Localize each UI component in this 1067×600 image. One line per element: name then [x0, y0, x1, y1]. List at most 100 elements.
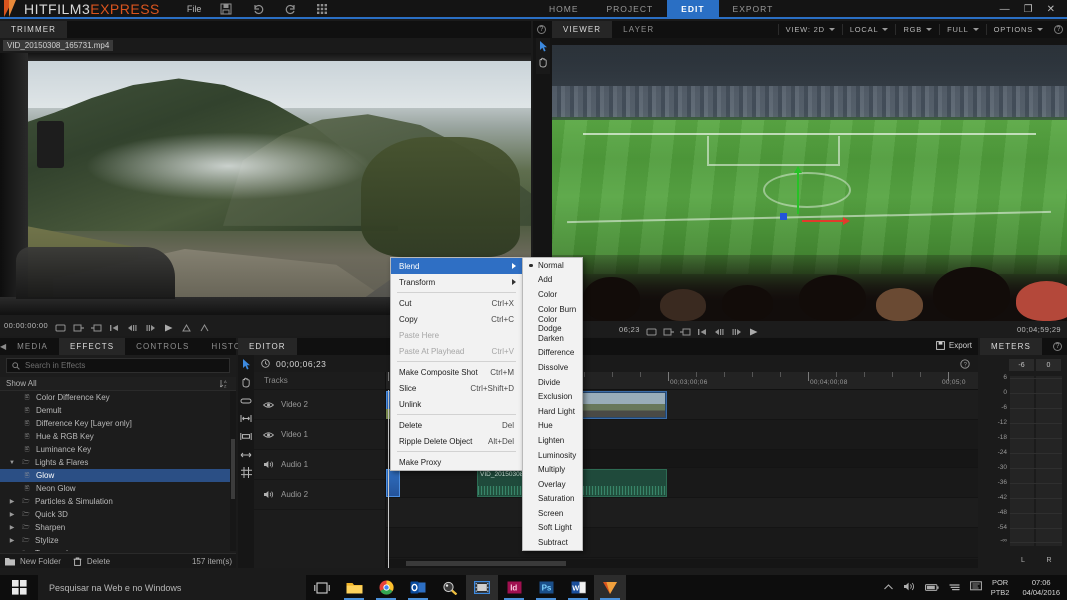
tree-folder-stylize[interactable]: ▶ 🗁 Stylize [0, 534, 230, 547]
effects-tree[interactable]: 🖹 Color Difference Key 🖹 Demult 🖹 Differenc… [0, 391, 230, 551]
tree-folder-particles-and-simulation[interactable]: ▶ 🗁 Particles & Simulation [0, 495, 230, 508]
track-header-audio-2[interactable]: Audio 2 [254, 480, 385, 510]
search-input[interactable]: Search in Effects [6, 358, 230, 373]
tab-media[interactable]: MEDIA [6, 338, 59, 355]
undo-icon[interactable] [251, 2, 265, 16]
overwrite-icon[interactable] [199, 320, 210, 332]
track-header-video-1[interactable]: Video 1 [254, 420, 385, 450]
sort-icon[interactable]: AZ [220, 379, 230, 388]
tree-item-luminance-key[interactable]: 🖹 Luminance Key [0, 443, 230, 456]
blend-item-darken[interactable]: Darken [523, 331, 582, 346]
set-out-icon[interactable] [91, 320, 102, 332]
step-back-icon[interactable] [127, 320, 138, 331]
chevron-right-icon[interactable]: ▶ [7, 498, 17, 505]
set-in-icon[interactable] [73, 320, 85, 332]
blend-item-hard-light[interactable]: Hard Light [523, 404, 582, 419]
tree-folder-lights-and-flares[interactable]: ▼ 🗁 Lights & Flares [0, 456, 230, 469]
blend-item-divide[interactable]: Divide [523, 375, 582, 390]
language-indicator[interactable]: POR PTB2 [991, 578, 1010, 598]
photoshop-icon[interactable]: Ps [530, 575, 562, 600]
track-header-video-2[interactable]: Video 2 [254, 390, 385, 420]
new-folder-icon[interactable] [5, 557, 15, 566]
tab-project[interactable]: PROJECT [593, 0, 668, 19]
tree-item-demult[interactable]: 🖹 Demult [0, 404, 230, 417]
blend-item-overlay[interactable]: Overlay [523, 477, 582, 492]
menu-item-slice[interactable]: Slice Ctrl+Shift+D [391, 380, 522, 396]
slip-tool-icon[interactable] [240, 412, 253, 425]
word-icon[interactable]: W [562, 575, 594, 600]
editor-export-button[interactable]: Export [936, 341, 972, 350]
blend-item-color-dodge[interactable]: Color Dodge [523, 315, 582, 333]
file-explorer-icon[interactable] [338, 575, 370, 600]
volume-icon[interactable] [903, 579, 916, 597]
wifi-icon[interactable] [948, 579, 961, 597]
tree-item-glow[interactable]: 🖹 Glow [0, 469, 230, 482]
select-tool-icon[interactable] [240, 358, 253, 371]
clock[interactable]: 07:06 04/04/2016 [1018, 578, 1060, 598]
eye-icon[interactable] [263, 401, 274, 409]
blend-item-hue[interactable]: Hue [523, 419, 582, 434]
menu-item-delete[interactable]: Delete Del [391, 417, 522, 433]
play-icon[interactable] [163, 320, 174, 332]
tree-item-color-difference-key[interactable]: 🖹 Color Difference Key [0, 391, 230, 404]
tree-item-neon-glow[interactable]: 🖹 Neon Glow [0, 482, 230, 495]
outlook-icon[interactable] [402, 575, 434, 600]
chrome-icon[interactable] [370, 575, 402, 600]
blend-item-subtract[interactable]: Subtract [523, 535, 582, 550]
menu-item-cut[interactable]: Cut Ctrl+X [391, 295, 522, 311]
menu-item-blend[interactable]: Blend [391, 258, 522, 274]
tab-editor[interactable]: EDITOR [238, 338, 297, 355]
blend-item-multiply[interactable]: Multiply [523, 462, 582, 477]
viewer-video-canvas[interactable]: (46.1%) [552, 45, 1067, 321]
scrollbar-thumb[interactable] [406, 561, 566, 566]
menu-item-make-proxy[interactable]: Make Proxy [391, 454, 522, 470]
tab-trimmer[interactable]: TRIMMER [0, 21, 68, 38]
delete-icon[interactable] [73, 557, 82, 566]
tree-folder-temporal[interactable]: ▶ 🗁 Temporal [0, 547, 230, 551]
tab-layer[interactable]: LAYER [612, 21, 665, 38]
razor-tool-icon[interactable] [240, 466, 253, 479]
step-forward-icon[interactable] [731, 324, 742, 335]
save-icon[interactable] [219, 2, 233, 16]
menu-item-copy[interactable]: Copy Ctrl+C [391, 311, 522, 327]
blend-item-color[interactable]: Color [523, 287, 582, 302]
speaker-icon[interactable] [263, 460, 274, 469]
menu-item-transform[interactable]: Transform [391, 274, 522, 290]
meters-help-icon[interactable]: ? [1053, 342, 1062, 351]
trim-tool-icon[interactable] [240, 394, 253, 407]
viewer-channel-dropdown[interactable]: RGB [895, 24, 939, 35]
menu-item-ripple-delete-object[interactable]: Ripple Delete Object Alt+Del [391, 433, 522, 449]
transform-x-axis-handle[interactable] [801, 217, 850, 226]
blend-submenu[interactable]: Normal Add Color Color Burn Color Dodge … [522, 257, 583, 551]
speaker-icon[interactable] [263, 490, 274, 499]
slide-tool-icon[interactable] [240, 430, 253, 443]
hitfilm-taskbar-icon[interactable] [594, 575, 626, 600]
blend-item-normal[interactable]: Normal [523, 258, 582, 273]
timeline-playhead[interactable] [388, 390, 389, 568]
blend-item-exclusion[interactable]: Exclusion [523, 389, 582, 404]
blend-item-dissolve[interactable]: Dissolve [523, 360, 582, 375]
scrollbar-thumb[interactable] [231, 439, 235, 499]
rate-stretch-tool-icon[interactable] [240, 448, 253, 461]
delete-label[interactable]: Delete [87, 557, 110, 566]
tab-controls[interactable]: CONTROLS [125, 338, 200, 355]
blend-item-difference[interactable]: Difference [523, 346, 582, 361]
new-folder-label[interactable]: New Folder [20, 557, 61, 566]
blend-item-lighten[interactable]: Lighten [523, 433, 582, 448]
viewer-info-icon[interactable]: ? [1054, 25, 1063, 34]
tree-item-hue-rgb-key[interactable]: 🖹 Hue & RGB Key [0, 430, 230, 443]
viewer-view-mode-dropdown[interactable]: VIEW: 2D [777, 24, 842, 35]
file-menu-button[interactable]: File [187, 4, 202, 14]
loop-icon[interactable] [646, 324, 657, 335]
viewer-space-dropdown[interactable]: LOCAL [841, 24, 896, 35]
go-to-start-icon[interactable] [109, 320, 120, 331]
set-in-icon[interactable] [663, 324, 674, 335]
minimize-button[interactable]: — [1000, 4, 1010, 15]
blend-item-screen[interactable]: Screen [523, 506, 582, 521]
search-app-icon[interactable] [434, 575, 466, 600]
hand-tool-icon[interactable] [537, 56, 549, 69]
tab-edit[interactable]: EDIT [667, 0, 719, 19]
tree-item-difference-key[interactable]: 🖹 Difference Key [Layer only] [0, 417, 230, 430]
restore-button[interactable]: ❐ [1024, 4, 1033, 15]
tab-effects[interactable]: EFFECTS [59, 338, 126, 355]
